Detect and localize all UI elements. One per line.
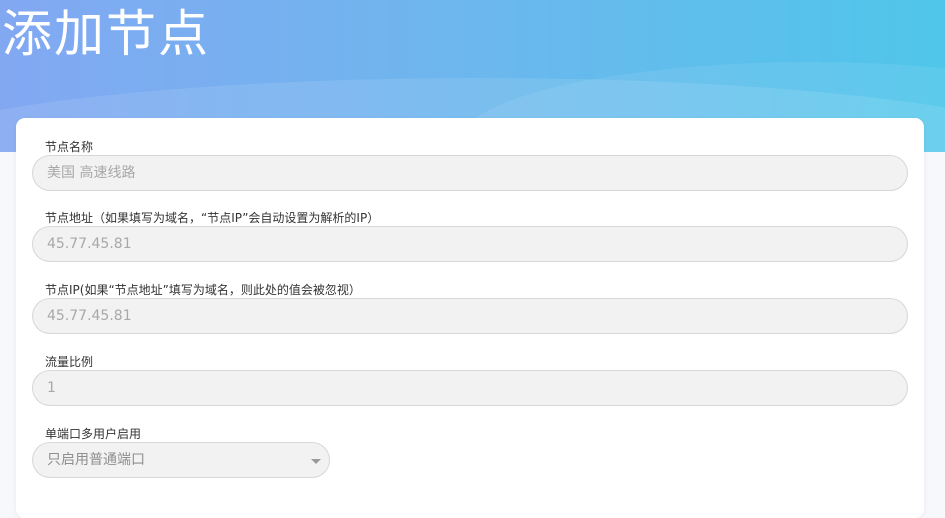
node-name-label: 节点名称 — [45, 140, 94, 154]
node-ip-input[interactable] — [32, 298, 908, 334]
page-title: 添加节点 — [2, 5, 210, 63]
node-address-input[interactable] — [32, 226, 908, 262]
single-port-selected-value: 只启用普通端口 — [47, 452, 145, 468]
traffic-ratio-field: 流量比例 — [32, 355, 908, 406]
node-ip-label: 节点IP(如果“节点地址”填写为域名，则此处的值会被忽视） — [45, 283, 361, 297]
node-name-field: 节点名称 — [32, 140, 908, 191]
single-port-select[interactable]: 只启用普通端口 — [32, 442, 330, 478]
chevron-down-icon — [311, 459, 321, 464]
node-address-field: 节点地址（如果填写为域名，“节点IP”会自动设置为解析的IP） — [32, 211, 908, 262]
add-node-form: 节点名称 节点地址（如果填写为域名，“节点IP”会自动设置为解析的IP） 节点I… — [16, 118, 924, 518]
node-ip-field: 节点IP(如果“节点地址”填写为域名，则此处的值会被忽视） — [32, 283, 908, 334]
single-port-label: 单端口多用户启用 — [45, 427, 142, 441]
traffic-ratio-input[interactable] — [32, 370, 908, 406]
single-port-field: 单端口多用户启用 只启用普通端口 — [32, 427, 330, 478]
node-address-label: 节点地址（如果填写为域名，“节点IP”会自动设置为解析的IP） — [45, 211, 380, 225]
node-name-input[interactable] — [32, 155, 908, 191]
traffic-ratio-label: 流量比例 — [45, 355, 94, 369]
